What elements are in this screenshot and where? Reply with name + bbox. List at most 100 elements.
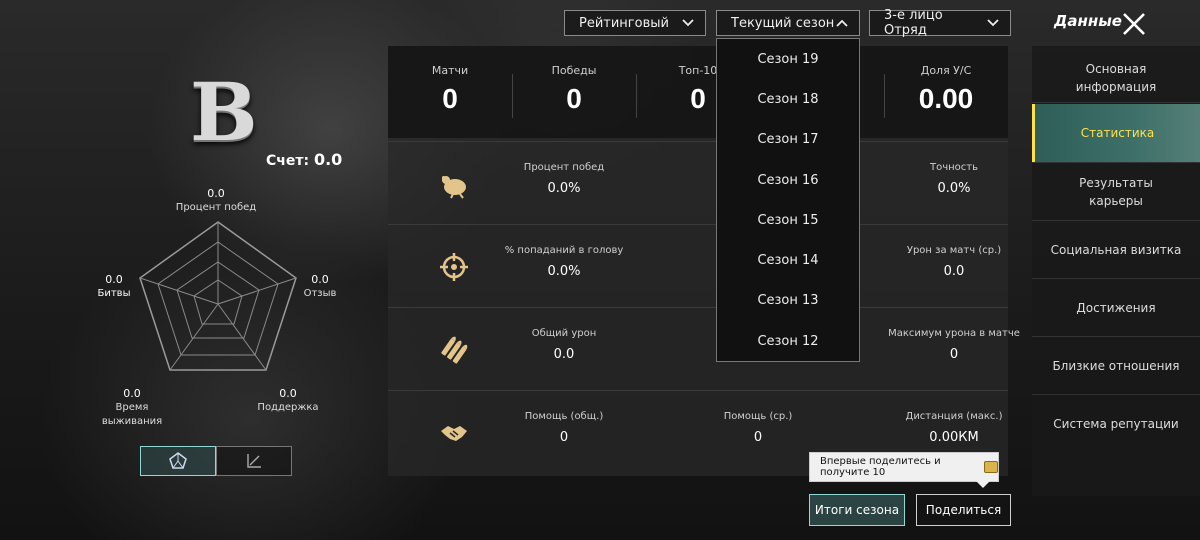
stat-value: 0.0%	[547, 264, 581, 279]
stat-matches: Матчи 0	[388, 46, 512, 138]
stats-row: Процент побед 0.0% Точность 0.0%	[388, 141, 1008, 224]
radar-win-rate-value: 0.0	[207, 187, 225, 200]
score-label: Счет:	[266, 153, 310, 169]
stat-cell: Помощь (ср.) 0	[678, 411, 838, 445]
line-chart-icon	[247, 454, 261, 468]
season-option[interactable]: Сезон 18	[717, 79, 859, 119]
radar-survival: 0.0 Время выживания	[84, 386, 180, 429]
sidebar-item-career-results[interactable]: Результаты карьеры	[1032, 174, 1200, 210]
stat-cell: Точность 0.0%	[874, 162, 1034, 196]
radar-rebound-value: 0.0	[311, 273, 329, 286]
divider	[1032, 162, 1200, 163]
radar-view-toggle[interactable]	[140, 446, 216, 476]
stat-value: 0.0	[943, 264, 965, 279]
sidebar-item-reputation[interactable]: Система репутации	[1032, 415, 1200, 433]
sidebar-item-statistics[interactable]: Статистика	[1032, 104, 1200, 162]
stat-wins: Победы 0	[512, 46, 636, 138]
divider	[1032, 394, 1200, 395]
season-dropdown-menu: Сезон 19 Сезон 18 Сезон 17 Сезон 16 Сезо…	[716, 38, 860, 362]
season-option[interactable]: Сезон 19	[717, 39, 859, 79]
season-option[interactable]: Сезон 17	[717, 120, 859, 160]
divider	[1032, 336, 1200, 337]
stat-value: 0.00	[918, 83, 974, 114]
divider	[1032, 102, 1200, 103]
sidebar-item-social-card[interactable]: Социальная визитка	[1032, 241, 1200, 259]
season-dropdown-label: Текущий сезон	[731, 15, 835, 31]
radar-battles: 0.0 Битвы	[94, 272, 134, 301]
crosshair-icon	[440, 253, 468, 281]
sidebar: Основная информация Статистика Результат…	[1032, 46, 1200, 496]
stat-label: Процент побед	[523, 162, 605, 173]
stat-cell: Урон за матч (ср.) 0.0	[874, 245, 1034, 279]
radar-rebound-label: Отзыв	[303, 288, 337, 300]
squad-dropdown-label: 3-е лицо Отряд	[884, 8, 943, 38]
stat-kd-ratio: Доля У/С 0.00	[884, 46, 1008, 138]
stat-label: Помощь (общ.)	[524, 411, 604, 422]
trend-view-toggle[interactable]	[216, 446, 292, 476]
chevron-down-icon	[986, 16, 1000, 30]
sidebar-item-basic-info[interactable]: Основная информация	[1032, 60, 1200, 96]
stat-value: 0	[949, 347, 959, 362]
tooltip-text: Впервые поделитесь и получите 10	[820, 456, 941, 478]
radar-support: 0.0 Поддержка	[256, 386, 320, 415]
stat-value: 0	[559, 430, 569, 445]
squad-dropdown[interactable]: 3-е лицо Отряд	[869, 8, 1011, 38]
sidebar-item-relationships[interactable]: Близкие отношения	[1032, 357, 1200, 375]
stat-value: 0	[442, 83, 458, 114]
rank-grade: B	[190, 65, 258, 159]
stats-row: Общий урон 0.0 0 Максимум урона в матче …	[388, 307, 1020, 390]
share-reward-tooltip: Впервые поделитесь и получите 10	[809, 452, 999, 488]
stats-panel: Матчи 0 Победы 0 Топ-10 0 0 Доля У/С 0.0…	[388, 46, 1020, 476]
stat-label: Общий урон	[531, 328, 597, 339]
stat-cell: Дистанция (макс.) 0.00КМ	[874, 411, 1034, 445]
ammo-icon	[441, 336, 468, 364]
stat-label: Максимум урона в матче	[888, 328, 1020, 339]
stat-value: 0.0	[553, 347, 575, 362]
radar-survival-label: Время выживания	[101, 402, 163, 428]
stat-label: Помощь (ср.)	[723, 411, 793, 422]
stat-label: Доля У/С	[920, 64, 972, 77]
stat-label: Победы	[551, 64, 597, 77]
radar-support-label: Поддержка	[257, 402, 319, 414]
stat-cell: Общий урон 0.0	[484, 328, 644, 362]
stat-value: 0	[566, 83, 582, 114]
season-option[interactable]: Сезон 13	[717, 281, 859, 321]
stat-value: 0	[753, 430, 763, 445]
stat-cell: Помощь (общ.) 0	[484, 411, 644, 445]
season-dropdown[interactable]: Текущий сезон	[716, 10, 860, 36]
divider	[1032, 278, 1200, 279]
score-display: Счет: 0.0	[266, 150, 342, 169]
stat-label: Урон за матч (ср.)	[906, 245, 1002, 256]
page-title: Данные	[1054, 12, 1122, 30]
season-option[interactable]: Сезон 16	[717, 160, 859, 200]
chevron-up-icon	[835, 16, 849, 30]
divider	[1032, 220, 1200, 221]
stat-value: 0.00КМ	[929, 430, 979, 445]
stat-label: % попаданий в голову	[504, 245, 624, 256]
mode-dropdown[interactable]: Рейтинговый	[564, 10, 706, 36]
stats-summary-header: Матчи 0 Победы 0 Топ-10 0 0 Доля У/С 0.0…	[388, 46, 1008, 138]
radar-survival-value: 0.0	[123, 387, 141, 400]
sidebar-item-achievements[interactable]: Достижения	[1032, 299, 1200, 317]
chevron-down-icon	[681, 16, 695, 30]
stat-label: Матчи	[431, 64, 469, 77]
radar-win-rate-label: Процент побед	[175, 202, 257, 214]
radar-chart	[139, 221, 297, 371]
mode-dropdown-label: Рейтинговый	[579, 15, 669, 31]
radar-support-value: 0.0	[279, 387, 297, 400]
stat-cell: Процент побед 0.0%	[484, 162, 644, 196]
season-option[interactable]: Сезон 14	[717, 240, 859, 280]
season-summary-button[interactable]: Итоги сезона	[809, 494, 905, 526]
season-option[interactable]: Сезон 12	[717, 321, 859, 361]
stat-label: Дистанция (макс.)	[905, 411, 1003, 422]
radar-battles-label: Битвы	[97, 288, 131, 300]
radar-battles-value: 0.0	[105, 273, 123, 286]
handshake-icon	[441, 426, 467, 441]
close-icon[interactable]	[1120, 10, 1148, 38]
share-button[interactable]: Поделиться	[916, 494, 1011, 526]
chicken-icon	[442, 176, 466, 199]
stat-label: Точность	[929, 162, 978, 173]
radar-win-rate: 0.0 Процент побед	[174, 186, 258, 215]
season-option[interactable]: Сезон 15	[717, 200, 859, 240]
pentagon-icon	[169, 452, 187, 469]
